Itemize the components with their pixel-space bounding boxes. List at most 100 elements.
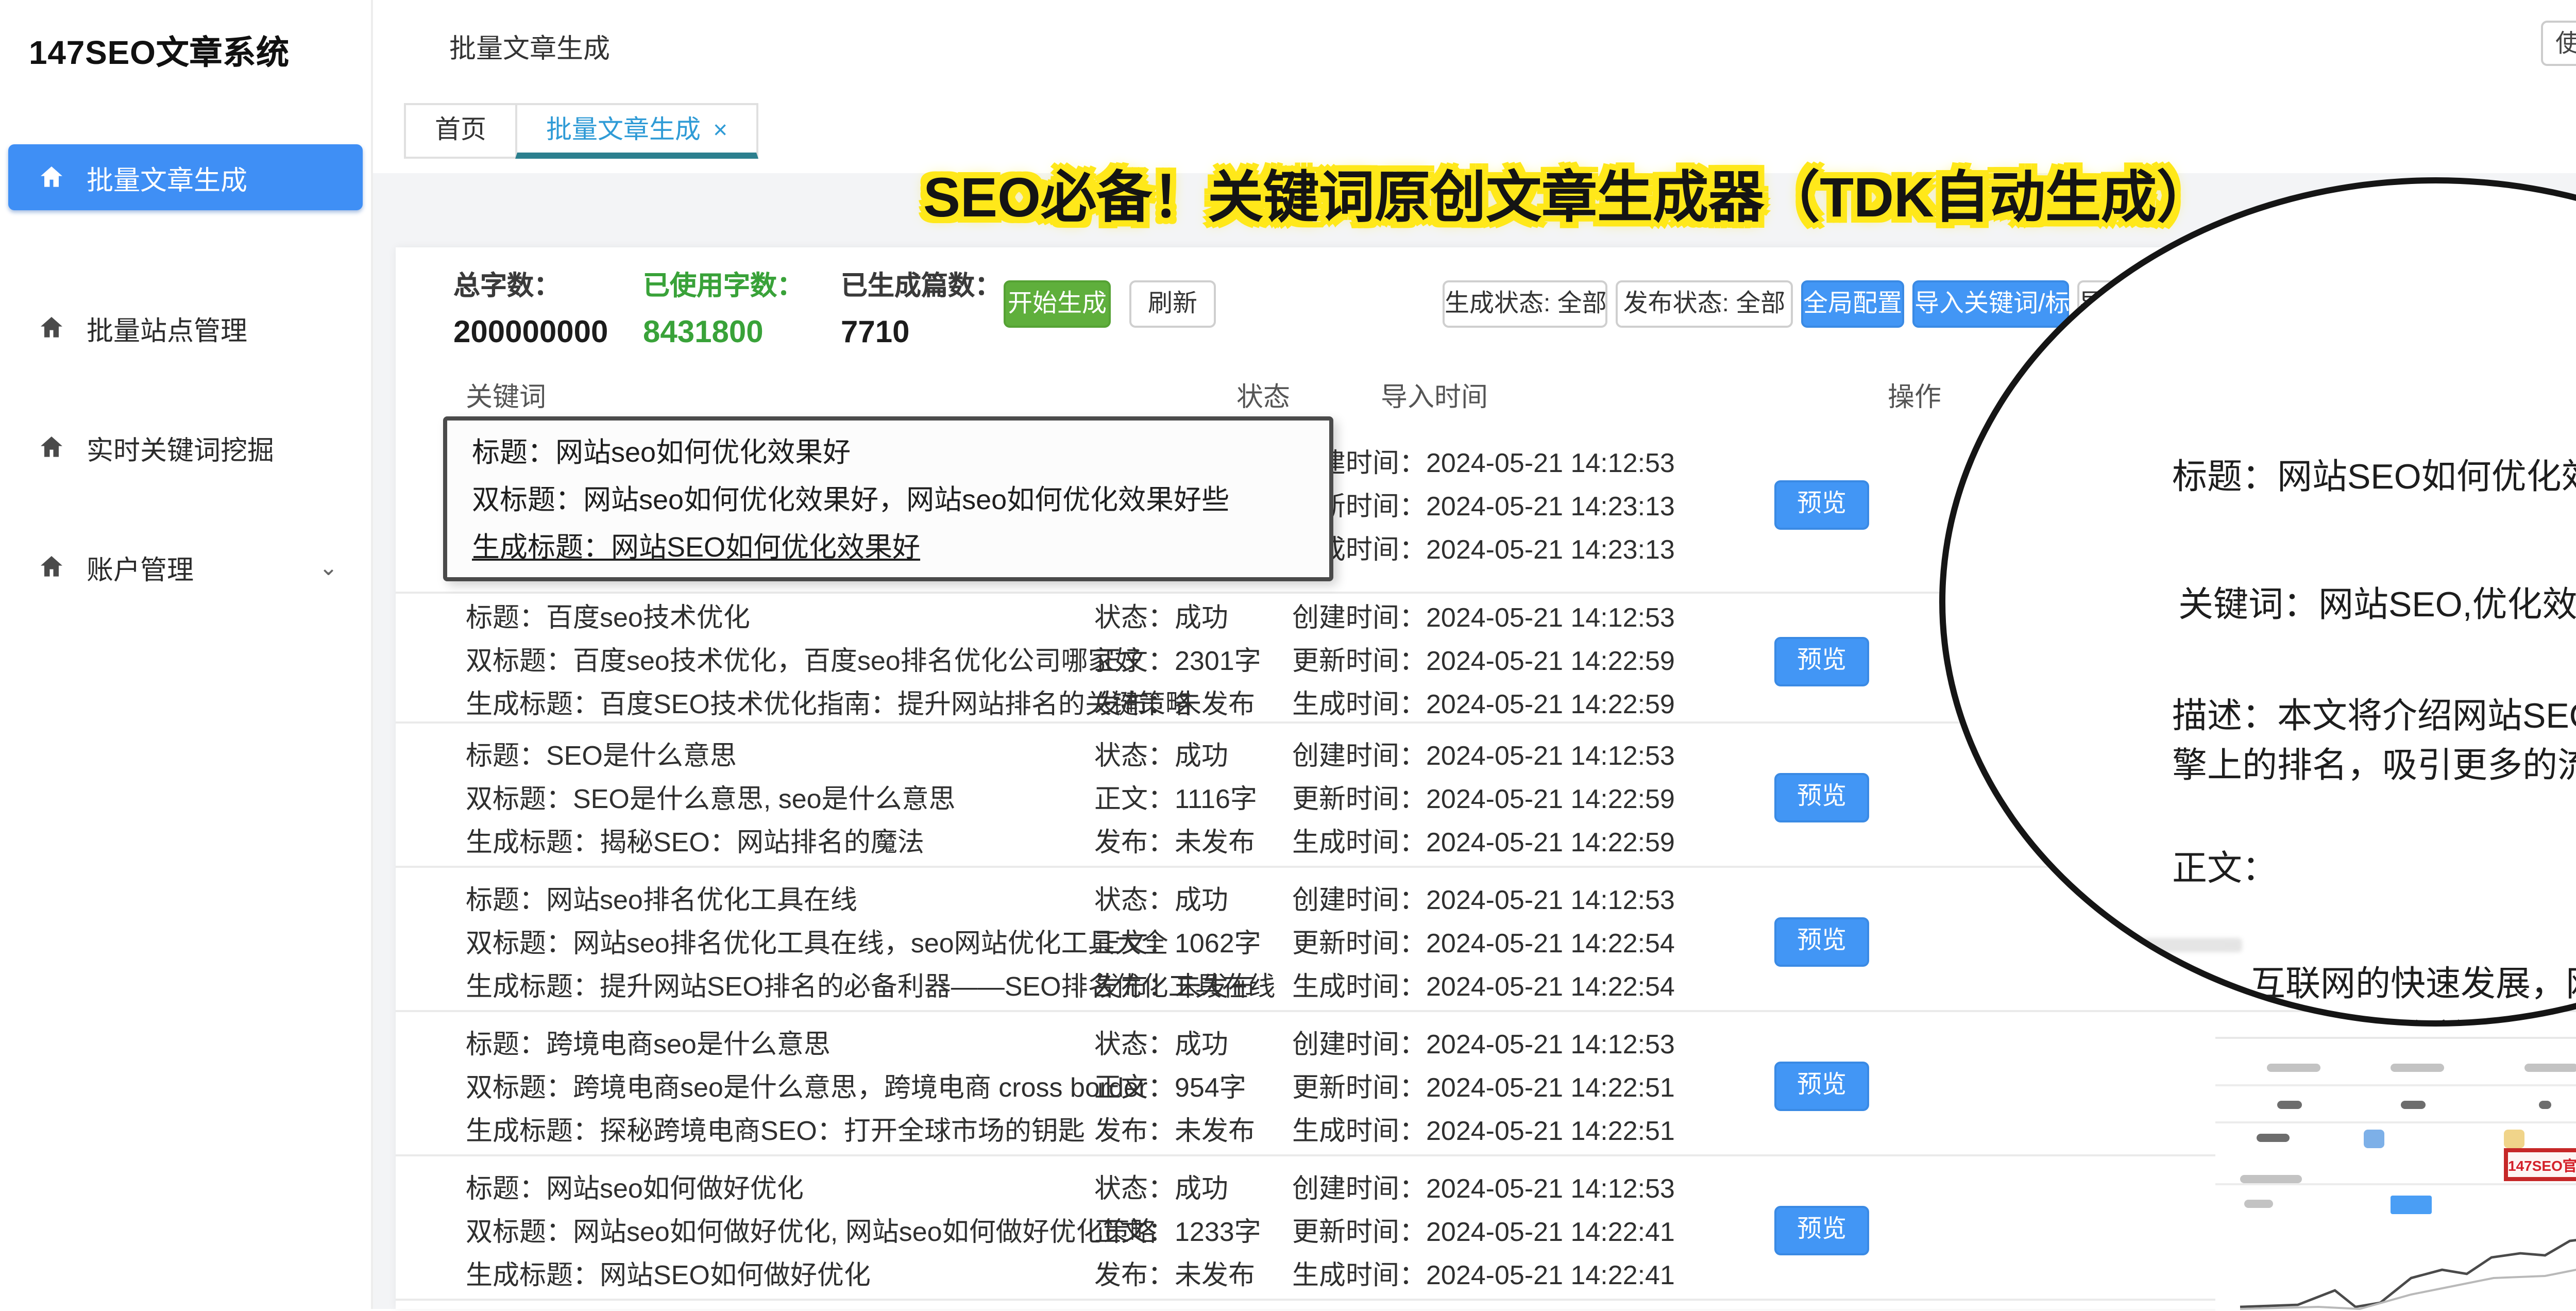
row-text-line: 正文：2301字 [1094, 639, 1292, 682]
tooltip-line: 双标题：网站seo如何优化效果好，网站seo如何优化效果好些 [472, 476, 1304, 524]
row-text-line: 生成标题：百度SEO技术优化指南：提升网站排名的关键策略 [466, 682, 1094, 726]
watermark [2135, 938, 2242, 952]
row-text-line: 标题：百度seo技术优化 [466, 596, 1094, 639]
row-text-line: 创建时间：2024-05-21 14:12:53 [1292, 1021, 1766, 1065]
folder-icon [2504, 1130, 2524, 1148]
row-text-line: 生成标题：网站SEO如何做好优化 [466, 1252, 1094, 1296]
row-time-cell: 创建时间：2024-05-21 14:12:53更新时间：2024-05-21 … [1292, 1156, 1766, 1299]
row-text-line: 生成时间：2024-05-21 14:22:59 [1292, 819, 1766, 863]
preview-button[interactable]: 预览 [1774, 917, 1869, 967]
col-import-time: 导入时间 [1381, 375, 1488, 414]
preview-button[interactable]: 预览 [1774, 1062, 1869, 1111]
row-action-cell: 预览 [1766, 724, 1952, 866]
stat-label: 已使用字数： [643, 264, 804, 303]
row-text-line: 发布：未发布 [1094, 1252, 1292, 1296]
row-text-line: 创建时间：2024-05-21 14:12:53 [1292, 733, 1766, 776]
row-status-cell: 状态：成功正文：954字发布：未发布 [1094, 1012, 1292, 1154]
preview-button[interactable]: 预览 [1774, 480, 1869, 530]
row-text-line: 双标题：网站seo排名优化工具在线，seo网站优化工具大全 [466, 920, 1094, 964]
stat-label: 总字数： [453, 264, 608, 303]
stat-value: 8431800 [643, 315, 804, 350]
row-text-line: 更新时间：2024-05-21 14:22:51 [1292, 1065, 1766, 1108]
row-keyword-cell: 标题：网站seo如何做好优化双标题：网站seo如何做好优化, 网站seo如何做好… [396, 1156, 1094, 1299]
tab-batch-article[interactable]: 批量文章生成× [515, 103, 758, 159]
seo-stats-screenshot: 147SEO官网案例，收录和排名稳定上升！ [2215, 1037, 2576, 1311]
row-text-line: 双标题：跨境电商seo是什么意思，跨境电商 cross border [466, 1065, 1094, 1108]
row-text-line: 状态：成功 [1094, 1166, 1292, 1209]
row-time-cell: 创建时间：2024-05-21 14:12:53更新时间：2024-05-21 … [1292, 1012, 1766, 1154]
chart-tab-button [2391, 1196, 2432, 1214]
row-time-cell: 创建时间：2024-05-21 14:12:53更新时间：2024-05-21 … [1292, 868, 1766, 1010]
global-config-button[interactable]: 全局配置 [1801, 280, 1904, 328]
close-icon[interactable]: × [713, 115, 727, 144]
tab-home[interactable]: 首页 [404, 103, 517, 159]
sidebar-item-keyword-mining[interactable]: 实时关键词挖掘 [8, 414, 363, 480]
row-action-cell: 预览 [1766, 594, 1952, 721]
row-time-cell: 创建时间：2024-05-21 14:12:53更新时间：2024-05-21 … [1292, 724, 1766, 866]
app-logo: 147SEO文章系统 [29, 25, 290, 74]
row-text-line: 状态：成功 [1094, 733, 1292, 776]
home-icon [37, 433, 66, 462]
row-text-line: 生成标题：提升网站SEO排名的必备利器——SEO排名优化工具在线 [466, 964, 1094, 1007]
row-text-line: 更新时间：2024-05-21 14:23:13 [1292, 483, 1766, 527]
trend-chart-left [2236, 1220, 2576, 1311]
chevron-down-icon: ⌄ [319, 553, 338, 580]
row-text-line: 更新时间：2024-05-21 14:22:41 [1292, 1209, 1766, 1252]
row-action-cell: 预览 [1766, 1012, 1952, 1154]
row-status-cell: 状态：成功正文：2301字发布：未发布 [1094, 594, 1292, 721]
import-keywords-button[interactable]: 导入关键词/标题 [1912, 280, 2069, 328]
row-text-line: 标题：跨境电商seo是什么意思 [466, 1021, 1094, 1065]
row-text-line: 发布：未发布 [1094, 819, 1292, 863]
sidebar-item-batch-site[interactable]: 批量站点管理 [8, 295, 363, 361]
generate-status-select[interactable]: 生成状态: 全部 [1443, 280, 1607, 328]
row-action-cell: 预览 [1766, 868, 1952, 1010]
row-time-cell: 创建时间：2024-05-21 14:12:53更新时间：2024-05-21 … [1292, 594, 1766, 721]
row-text-line: 双标题：SEO是什么意思, seo是什么意思 [466, 776, 1094, 819]
row-time-cell: 创建时间：2024-05-21 14:12:53更新时间：2024-05-21 … [1292, 412, 1766, 592]
row-text-line: 生成标题：探秘跨境电商SEO：打开全球市场的钥匙 [466, 1108, 1094, 1151]
home-icon [37, 313, 66, 342]
preview-title: 标题：网站SEO如何优化效果好 [2172, 447, 2576, 499]
refresh-button[interactable]: 刷新 [1129, 280, 1216, 328]
publish-status-select[interactable]: 发布状态: 全部 [1616, 280, 1793, 328]
preview-body-label: 正文： [2172, 839, 2277, 890]
row-keyword-cell: 标题：跨境电商seo是什么意思双标题：跨境电商seo是什么意思，跨境电商 cro… [396, 1012, 1094, 1154]
preview-button[interactable]: 预览 [1774, 636, 1869, 685]
row-text-line: 创建时间：2024-05-21 14:12:53 [1292, 440, 1766, 483]
row-text-line: 创建时间：2024-05-21 14:12:53 [1292, 1166, 1766, 1209]
col-action: 操作 [1888, 375, 1941, 414]
row-text-line: 生成时间：2024-05-21 14:22:54 [1292, 964, 1766, 1007]
sidebar-item-label: 批量文章生成 [87, 158, 247, 197]
sidebar-item-account[interactable]: 账户管理 ⌄ [8, 534, 363, 600]
row-action-cell: 预览 [1766, 412, 1952, 592]
row-text-line: 标题：SEO是什么意思 [466, 733, 1094, 776]
stat-value: 7710 [841, 315, 1002, 350]
sidebar-item-label: 账户管理 [87, 547, 194, 586]
home-icon [37, 163, 66, 192]
stat-generated-count: 已生成篇数： 7710 [841, 264, 1002, 350]
col-status: 状态 [1236, 375, 1290, 414]
row-text-line: 更新时间：2024-05-21 14:22:59 [1292, 639, 1766, 682]
row-text-line: 生成时间：2024-05-21 14:22:59 [1292, 682, 1766, 726]
row-text-line: 更新时间：2024-05-21 14:22:54 [1292, 920, 1766, 964]
tutorial-button[interactable]: 使用教程 [2541, 21, 2576, 66]
tooltip-line: 标题：网站seo如何优化效果好 [472, 429, 1304, 476]
row-status-cell: 状态：成功正文：1116字发布：未发布 [1094, 724, 1292, 866]
row-status-cell: 状态：成功正文：1233字发布：未发布 [1094, 1156, 1292, 1299]
row-text-line: 生成时间：2024-05-21 14:22:41 [1292, 1252, 1766, 1296]
row-text-line: 发布：未发布 [1094, 682, 1292, 726]
home-icon [37, 552, 66, 581]
row-text-line: 创建时间：2024-05-21 14:12:53 [1292, 877, 1766, 920]
stat-label: 已生成篇数： [841, 264, 1002, 303]
row-text-line: 双标题：百度seo技术优化，百度seo排名优化公司哪家好 [466, 639, 1094, 682]
row-text-line: 生成时间：2024-05-21 14:22:51 [1292, 1108, 1766, 1151]
preview-button[interactable]: 预览 [1774, 773, 1869, 822]
sidebar-item-label: 实时关键词挖掘 [87, 428, 274, 467]
top-bar: 批量文章生成 使用教程 联系客服 65e4811dfb644f6 [371, 0, 2576, 89]
start-generate-button[interactable]: 开始生成 [1004, 280, 1111, 328]
sidebar-item-batch-article[interactable]: 批量文章生成 [8, 144, 363, 210]
row-action-cell: 预览 [1766, 1156, 1952, 1299]
row-text-line: 生成标题：揭秘SEO：网站排名的魔法 [466, 819, 1094, 863]
preview-button[interactable]: 预览 [1774, 1206, 1869, 1255]
row-keyword-cell: 标题：网站seo排名优化工具在线双标题：网站seo排名优化工具在线，seo网站优… [396, 868, 1094, 1010]
